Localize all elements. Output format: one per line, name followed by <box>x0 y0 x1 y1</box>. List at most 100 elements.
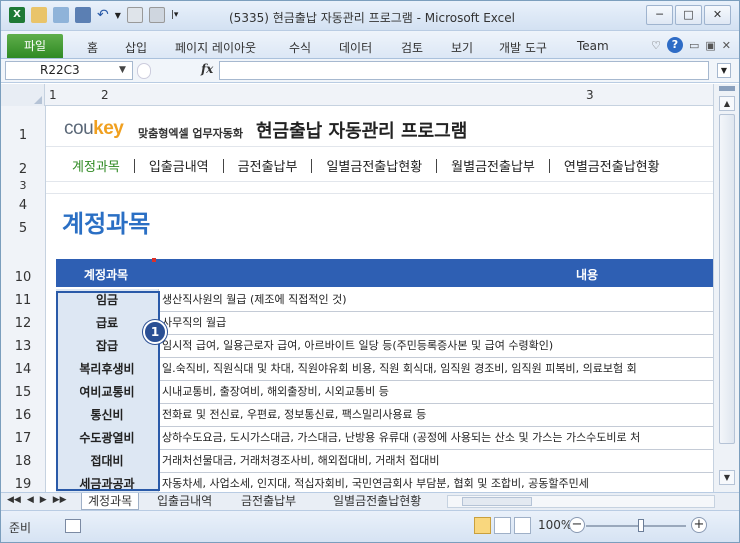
tab-formulas[interactable]: 수식 <box>289 39 311 56</box>
workbook-minimize-icon[interactable]: ▭ <box>689 39 699 52</box>
vertical-scroll-thumb[interactable] <box>719 114 735 444</box>
account-cell[interactable]: 세금과공과 <box>56 473 159 492</box>
column-header-2[interactable]: 2 <box>101 88 109 102</box>
help-icon[interactable]: ? <box>666 37 683 53</box>
name-box[interactable]: R22C3 <box>5 61 133 80</box>
nav-cash-book[interactable]: 금전출납부 <box>224 156 312 175</box>
row-header[interactable]: 2 <box>1 162 45 177</box>
tab-developer[interactable]: 개발 도구 <box>499 39 547 56</box>
tab-file[interactable]: 파일 <box>7 34 63 58</box>
column-header-3[interactable]: 3 <box>586 88 594 102</box>
row-header[interactable]: 18 <box>1 454 45 469</box>
nav-monthly-book[interactable]: 월별금전출납부 <box>437 156 549 175</box>
scroll-down-icon[interactable]: ▼ <box>719 470 735 485</box>
row-header[interactable]: 3 <box>1 179 45 192</box>
formula-input[interactable] <box>219 61 709 80</box>
table-row[interactable]: 접대비 거래처선물대금, 거래처경조사비, 해외접대비, 거래처 접대비 <box>56 450 713 473</box>
table-row[interactable]: 복리후생비 일.숙직비, 직원식대 및 차대, 직원야유회 비용, 직원 회식대,… <box>56 358 713 381</box>
last-sheet-icon[interactable]: ▶▶ <box>53 495 67 505</box>
zoom-slider[interactable] <box>586 525 686 527</box>
column-header-1[interactable]: 1 <box>49 88 57 102</box>
sheet-tab-cash-book[interactable]: 금전출납부 <box>235 493 302 510</box>
horizontal-scrollbar[interactable] <box>447 495 715 508</box>
tab-review[interactable]: 검토 <box>401 39 423 56</box>
tab-insert[interactable]: 삽입 <box>125 39 147 56</box>
save-icon[interactable] <box>75 7 91 23</box>
expand-formula-bar-icon[interactable]: ▼ <box>717 63 731 78</box>
scroll-up-icon[interactable]: ▲ <box>719 96 735 111</box>
row-header[interactable]: 10 <box>1 270 45 285</box>
tab-view[interactable]: 보기 <box>451 39 473 56</box>
row-header[interactable]: 15 <box>1 385 45 400</box>
account-cell[interactable]: 수도광열비 <box>56 427 159 450</box>
normal-view-icon[interactable] <box>474 517 491 534</box>
row-header[interactable]: 17 <box>1 431 45 446</box>
account-cell[interactable]: 임금 <box>56 289 159 312</box>
content-cell[interactable]: 거래처선물대금, 거래처경조사비, 해외접대비, 거래처 접대비 <box>162 450 439 473</box>
table-row[interactable]: 통신비 전화료 및 전신료, 우편료, 정보통신료, 팩스밀리사용료 등 <box>56 404 713 427</box>
sheet-tab-account-subjects[interactable]: 계정과목 <box>81 493 140 510</box>
nav-account-subjects[interactable]: 계정과목 <box>64 156 134 175</box>
name-box-dropdown-icon[interactable]: ▼ <box>119 65 126 75</box>
content-cell[interactable]: 시내교통비, 출장여비, 해외출장비, 시외교통비 등 <box>162 381 389 404</box>
page-layout-view-icon[interactable] <box>494 517 511 534</box>
worksheet[interactable]: coukey 맞춤형엑셀 업무자동화 현금출납 자동관리 프로그램 계정과목 입… <box>46 106 713 492</box>
zoom-slider-knob[interactable] <box>638 519 644 532</box>
print-preview-icon[interactable] <box>148 7 165 23</box>
row-header[interactable]: 11 <box>1 293 45 308</box>
insert-function-icon[interactable]: fx <box>201 62 213 76</box>
minimize-button[interactable]: ─ <box>646 5 673 25</box>
row-header[interactable]: 12 <box>1 316 45 331</box>
table-row[interactable]: 수도광열비 상하수도요금, 도시가스대금, 가스대금, 난방용 유류대 (공정에 … <box>56 427 713 450</box>
zoom-out-icon[interactable]: − <box>569 517 585 533</box>
minimize-ribbon-icon[interactable]: ♡ <box>651 39 661 52</box>
picture-icon[interactable] <box>53 7 69 23</box>
row-header[interactable]: 14 <box>1 362 45 377</box>
split-handle[interactable] <box>719 86 735 91</box>
account-cell[interactable]: 잡급 <box>56 335 159 358</box>
next-sheet-icon[interactable]: ▶ <box>40 495 47 505</box>
copy-icon[interactable] <box>31 7 47 23</box>
account-cell[interactable]: 통신비 <box>56 404 159 427</box>
zoom-level[interactable]: 100% <box>538 518 572 532</box>
tab-data[interactable]: 데이터 <box>339 39 372 56</box>
sheet-tab-deposit-withdrawal[interactable]: 입출금내역 <box>151 493 218 510</box>
page-break-view-icon[interactable] <box>514 517 531 534</box>
content-cell[interactable]: 일.숙직비, 직원식대 및 차대, 직원야유회 비용, 직원 회식대, 임직원 … <box>162 358 637 381</box>
nav-daily-status[interactable]: 일별금전출납현황 <box>312 156 436 175</box>
calculator-icon[interactable] <box>126 7 143 23</box>
account-cell[interactable]: 여비교통비 <box>56 381 159 404</box>
first-sheet-icon[interactable]: ◀◀ <box>7 495 21 505</box>
customize-toolbar-icon[interactable]: |▾ <box>171 10 179 20</box>
account-cell[interactable]: 복리후생비 <box>56 358 159 381</box>
sheet-tab-daily-status[interactable]: 일별금전출납현황 <box>327 493 427 510</box>
close-button[interactable]: ✕ <box>704 5 731 25</box>
content-cell[interactable]: 사무직의 월급 <box>162 312 226 335</box>
content-cell[interactable]: 임시적 급여, 일용근로자 급여, 아르바이트 일당 등(주민등록증사본 및 급… <box>162 335 553 358</box>
row-header[interactable]: 16 <box>1 408 45 423</box>
select-all-button[interactable] <box>1 84 45 106</box>
tab-home[interactable]: 홈 <box>87 39 98 56</box>
table-row[interactable]: 임금 생산직사원의 월급 (제조에 직접적인 것) <box>56 289 713 312</box>
formula-bar-divider[interactable] <box>137 63 151 79</box>
macro-record-icon[interactable] <box>65 519 81 533</box>
zoom-in-icon[interactable]: + <box>691 517 707 533</box>
row-header[interactable]: 5 <box>1 221 45 236</box>
content-cell[interactable]: 전화료 및 전신료, 우편료, 정보통신료, 팩스밀리사용료 등 <box>162 404 426 427</box>
vertical-scrollbar[interactable]: ▲ ▼ <box>713 84 739 492</box>
row-header[interactable]: 4 <box>1 198 45 213</box>
undo-dropdown-icon[interactable]: ▼ <box>115 11 121 20</box>
row-header[interactable]: 19 <box>1 477 45 492</box>
row-header[interactable]: 13 <box>1 339 45 354</box>
content-cell[interactable]: 생산직사원의 월급 (제조에 직접적인 것) <box>162 289 347 312</box>
content-cell[interactable]: 자동차세, 사업소세, 인지대, 적십자회비, 국민연금회사 부담분, 협회 및… <box>162 473 589 492</box>
workbook-close-icon[interactable]: ✕ <box>722 39 731 52</box>
content-cell[interactable]: 상하수도요금, 도시가스대금, 가스대금, 난방용 유류대 (공정에 사용되는 … <box>162 427 640 450</box>
row-header[interactable]: 1 <box>1 128 45 143</box>
undo-icon[interactable]: ↶ <box>97 7 109 23</box>
tab-team[interactable]: Team <box>577 39 609 53</box>
table-row[interactable]: 세금과공과 자동차세, 사업소세, 인지대, 적십자회비, 국민연금회사 부담분,… <box>56 473 713 492</box>
tab-page-layout[interactable]: 페이지 레이아웃 <box>175 39 256 56</box>
nav-yearly-status[interactable]: 연별금전출납현황 <box>550 156 674 175</box>
workbook-restore-icon[interactable]: ▣ <box>705 39 715 52</box>
